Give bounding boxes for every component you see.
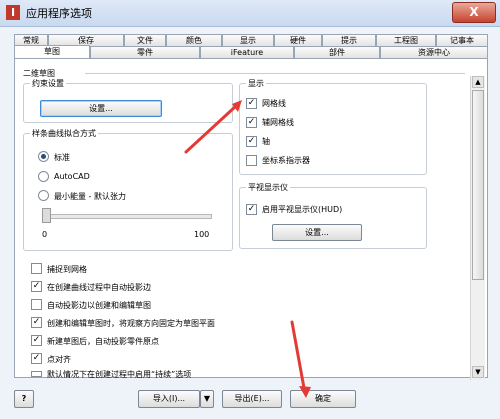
display-label: 显示 [246, 78, 266, 89]
spline-min-energy-label: 最小能量 - 默认张力 [54, 192, 126, 201]
enable-hud-checkbox[interactable]: ✓ [246, 204, 257, 215]
persistent-option-label: 默认情况下在创建过程中启用“持续”选项 [47, 370, 192, 379]
axes-checkbox[interactable]: ✓ [246, 136, 257, 147]
help-button[interactable]: ? [14, 390, 34, 408]
constraint-settings-button[interactable]: 设置... [40, 100, 162, 117]
spline-fit-group: 样条曲线拟合方式 标准 AutoCAD 最小能量 - 默认张力 0 100 [23, 128, 233, 251]
slider-max-label: 100 [194, 230, 210, 239]
section-divider [85, 73, 465, 74]
tab-display[interactable]: 显示 [222, 34, 274, 46]
close-button[interactable]: X [452, 2, 496, 23]
tab-sketch[interactable]: 草图 [14, 45, 90, 59]
look-at-sketch-plane-checkbox[interactable]: ✓ [31, 317, 42, 328]
tab-hardware[interactable]: 硬件 [274, 34, 322, 46]
auto-project-edges-sketch-label: 自动投影边以创建和编辑草图 [47, 301, 151, 310]
constraint-settings-label: 约束设置 [30, 78, 66, 89]
point-alignment-checkbox[interactable]: ✓ [31, 353, 42, 364]
spline-fit-label: 样条曲线拟合方式 [30, 128, 98, 139]
project-part-origin-checkbox[interactable]: ✓ [31, 335, 42, 346]
spline-standard-radio[interactable] [38, 151, 49, 162]
tab-notebook[interactable]: 记事本 [436, 34, 488, 46]
snap-to-grid-checkbox[interactable] [31, 263, 42, 274]
heads-up-display-label: 平视显示仪 [246, 182, 290, 193]
sketch-tab-panel: 二维草图 约束设置 设置... 样条曲线拟合方式 标准 AutoCAD 最小能量… [14, 58, 488, 379]
application-options-window: I 应用程序选项 X 常规 保存 文件 颜色 显示 硬件 提示 工程图 记事本 … [0, 0, 500, 419]
tab-file[interactable]: 文件 [124, 34, 166, 46]
spline-standard-label: 标准 [54, 153, 70, 162]
constraint-settings-group: 约束设置 设置... [23, 78, 233, 123]
auto-project-edges-sketch-checkbox[interactable] [31, 299, 42, 310]
snap-to-grid-label: 捕捉到网格 [47, 265, 87, 274]
enable-hud-label: 启用平视显示仪(HUD) [262, 205, 343, 214]
auto-project-edges-curve-checkbox[interactable]: ✓ [31, 281, 42, 292]
heads-up-display-group: 平视显示仪 ✓ 启用平视显示仪(HUD) 设置... [239, 182, 427, 249]
tab-part[interactable]: 零件 [90, 46, 200, 58]
spline-autocad-radio[interactable] [38, 171, 49, 182]
project-part-origin-label: 新建草图后，自动投影零件原点 [47, 337, 159, 346]
spline-min-energy-radio[interactable] [38, 190, 49, 201]
point-alignment-label: 点对齐 [47, 355, 71, 364]
tension-slider-thumb[interactable] [42, 208, 51, 223]
coordinate-indicator-checkbox[interactable] [246, 155, 257, 166]
import-dropdown-icon[interactable]: ▼ [200, 390, 214, 408]
scrollbar-thumb[interactable] [472, 90, 484, 280]
vertical-scrollbar[interactable]: ▲ ▼ [470, 76, 485, 380]
scroll-down-icon[interactable]: ▼ [472, 366, 484, 378]
hud-settings-button[interactable]: 设置... [272, 224, 362, 241]
scroll-up-icon[interactable]: ▲ [472, 76, 484, 88]
inventor-app-icon: I [6, 5, 20, 20]
tab-prompts[interactable]: 提示 [322, 34, 376, 46]
grid-lines-label: 网格线 [262, 99, 286, 108]
ok-button[interactable]: 确定 [290, 390, 356, 408]
axes-label: 轴 [262, 137, 270, 146]
look-at-sketch-plane-label: 创建和编辑草图时，将观察方向固定为草图平面 [47, 319, 215, 328]
grid-lines-checkbox[interactable]: ✓ [246, 98, 257, 109]
slider-min-label: 0 [42, 230, 48, 239]
spline-autocad-label: AutoCAD [54, 172, 90, 181]
import-button[interactable]: 导入(I)... [138, 390, 200, 408]
minor-grid-lines-checkbox[interactable]: ✓ [246, 117, 257, 128]
tension-slider-track [44, 214, 212, 219]
tab-drawing[interactable]: 工程图 [376, 34, 436, 46]
title-bar: I 应用程序选项 X [0, 0, 500, 27]
dialog-footer: ? 导入(I)... ▼ 导出(E)... 确定 [0, 384, 500, 419]
window-title: 应用程序选项 [26, 7, 92, 20]
display-group: 显示 ✓ 网格线 ✓ 辅网格线 ✓ 轴 坐标系指示器 [239, 78, 427, 175]
export-button[interactable]: 导出(E)... [222, 390, 282, 408]
tab-ifeature[interactable]: iFeature [200, 46, 294, 58]
minor-grid-lines-label: 辅网格线 [262, 118, 294, 127]
tab-colors[interactable]: 颜色 [166, 34, 222, 46]
tab-assembly[interactable]: 部件 [294, 46, 380, 58]
tab-content-center[interactable]: 资源中心 [380, 46, 488, 58]
coordinate-indicator-label: 坐标系指示器 [262, 156, 310, 165]
auto-project-edges-curve-label: 在创建曲线过程中自动投影边 [47, 283, 151, 292]
persistent-option-checkbox[interactable] [31, 371, 42, 377]
